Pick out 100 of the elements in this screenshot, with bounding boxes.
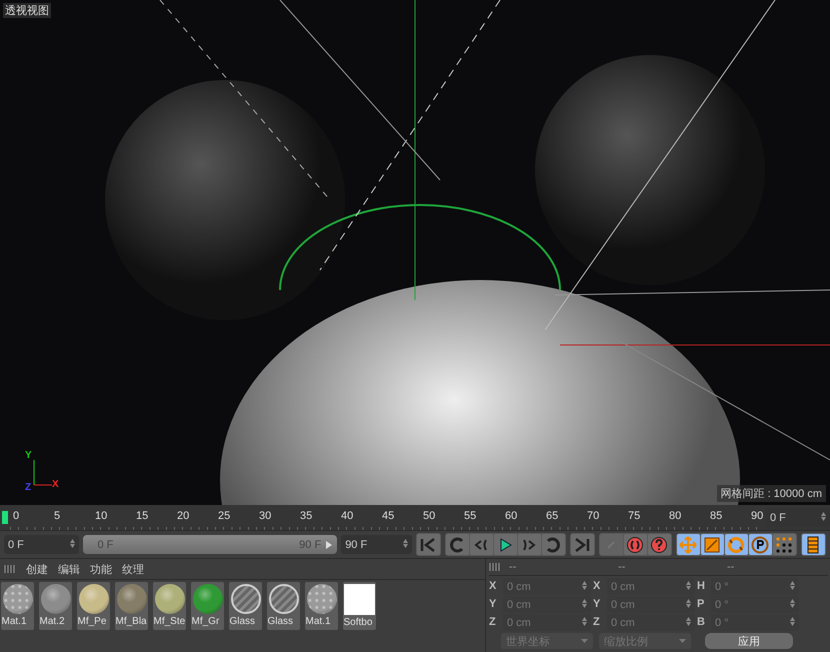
- scale-icon: [703, 536, 722, 554]
- value-field[interactable]: 0 cm: [503, 614, 591, 631]
- value-field[interactable]: 0 cm: [607, 578, 695, 595]
- spinner-icon: [582, 616, 587, 626]
- spinner-icon: [70, 538, 76, 548]
- caret-icon: [581, 639, 588, 643]
- end-frame-field[interactable]: 90 F: [341, 535, 412, 554]
- forward-circle-icon: [544, 536, 562, 554]
- frame-number: 10: [94, 510, 108, 522]
- frame-number: 0: [12, 510, 20, 522]
- axis-label: X: [52, 479, 59, 490]
- material-thumbnail[interactable]: Mf_Ste: [153, 582, 186, 630]
- question-button[interactable]: [648, 534, 671, 555]
- axis-label: Z: [593, 615, 601, 630]
- last-frame-icon: [573, 536, 592, 554]
- p-circle-icon: [751, 536, 770, 554]
- axis-label: Y: [489, 597, 498, 612]
- frame-number: 85: [709, 510, 724, 522]
- frame-number: 15: [135, 510, 150, 522]
- axis-label: H: [697, 579, 706, 594]
- material-thumbnail[interactable]: Mat.2: [39, 582, 72, 630]
- axis-label: Z: [25, 482, 32, 493]
- axis-label: Y: [593, 597, 602, 612]
- value-field[interactable]: 0 cm: [503, 578, 591, 595]
- material-thumbnail[interactable]: Glass: [229, 582, 262, 630]
- axis-label: Z: [489, 615, 497, 630]
- spinner-icon: [582, 580, 587, 590]
- material-thumbnail[interactable]: Glass: [267, 582, 300, 630]
- value-field[interactable]: 0 cm: [607, 596, 695, 613]
- grip-icon: [489, 562, 501, 572]
- axis-label: X: [489, 579, 498, 594]
- p-circle-button[interactable]: [748, 534, 772, 555]
- back-circle-button[interactable]: [446, 534, 469, 555]
- spinner-icon: [582, 598, 587, 608]
- axis-label: X: [593, 579, 602, 594]
- value-field[interactable]: 0 cm: [503, 596, 591, 613]
- record-icon: [626, 536, 644, 554]
- frame-number: 80: [668, 510, 682, 522]
- rotate-icon: [727, 536, 746, 554]
- frame-number: 70: [586, 510, 600, 522]
- value-field[interactable]: 0 °: [711, 578, 799, 595]
- scale-button[interactable]: [700, 534, 724, 555]
- question-icon: [650, 536, 668, 554]
- spinner-icon: [790, 616, 795, 626]
- frame-number: 30: [258, 510, 272, 522]
- menu-item[interactable]: 纹理: [122, 562, 144, 576]
- grid-spacing-label: 网格间距 : 10000 cm: [716, 485, 826, 502]
- dot-grid-button[interactable]: [772, 534, 796, 555]
- record-button[interactable]: [624, 534, 647, 555]
- frame-number: 5: [53, 510, 62, 522]
- axis-label: B: [697, 615, 706, 630]
- right-arrow-icon: [326, 540, 332, 548]
- dot-grid-icon: [775, 536, 794, 554]
- axis-gizmo-icon: [34, 460, 52, 486]
- grip-icon: [4, 564, 16, 574]
- spinner-icon: [790, 580, 795, 590]
- spinner-icon: [686, 598, 691, 608]
- step-forward-button[interactable]: [518, 534, 541, 555]
- step-back-button[interactable]: [470, 534, 493, 555]
- play-button[interactable]: [494, 534, 517, 555]
- frame-number: 90: [750, 510, 764, 522]
- frame-number: 40: [340, 510, 354, 522]
- spinner-icon: [686, 616, 691, 626]
- frame-number: 65: [545, 510, 560, 522]
- value-field[interactable]: 0 cm: [607, 614, 695, 631]
- apply-button[interactable]: 应用: [705, 633, 793, 649]
- forward-circle-button[interactable]: [542, 534, 565, 555]
- frame-number: 60: [504, 510, 518, 522]
- rotate-button[interactable]: [724, 534, 748, 555]
- value-field[interactable]: 0 °: [711, 614, 799, 631]
- frame-number: 20: [176, 510, 190, 522]
- column-header: --: [508, 561, 518, 573]
- last-frame-button[interactable]: [570, 534, 594, 555]
- material-thumbnail[interactable]: Mf_Bla: [115, 582, 148, 630]
- spinner-icon: [790, 598, 795, 608]
- menu-item[interactable]: 编辑: [58, 562, 80, 576]
- menu-item[interactable]: 创建: [26, 562, 48, 576]
- move-arrows-icon: [679, 536, 698, 554]
- first-frame-button[interactable]: [416, 534, 440, 555]
- material-thumbnail[interactable]: Softbo: [343, 582, 376, 630]
- frame-number: 35: [299, 510, 314, 522]
- column-header: --: [617, 561, 626, 573]
- material-thumbnail[interactable]: Mf_Pe: [77, 582, 110, 630]
- spinner-icon: [402, 538, 408, 548]
- material-thumbnail[interactable]: Mat.1: [305, 582, 338, 630]
- film-strip-button[interactable]: [802, 534, 825, 555]
- move-arrows-button[interactable]: [676, 534, 700, 555]
- material-thumbnail[interactable]: Mf_Gr: [191, 582, 224, 630]
- frame-number: 45: [381, 510, 396, 522]
- start-frame-field[interactable]: 0 F: [4, 535, 80, 554]
- material-thumbnail[interactable]: Mat.1: [1, 582, 34, 630]
- axis-label: Y: [25, 450, 32, 461]
- spinner-icon: [821, 512, 826, 520]
- menu-item[interactable]: 功能: [90, 562, 112, 576]
- value-field[interactable]: 0 °: [711, 596, 799, 613]
- first-frame-icon: [419, 536, 438, 554]
- caret-icon: [679, 639, 686, 643]
- frame-number: 55: [463, 510, 478, 522]
- column-header: --: [726, 561, 736, 573]
- spinner-icon: [686, 580, 691, 590]
